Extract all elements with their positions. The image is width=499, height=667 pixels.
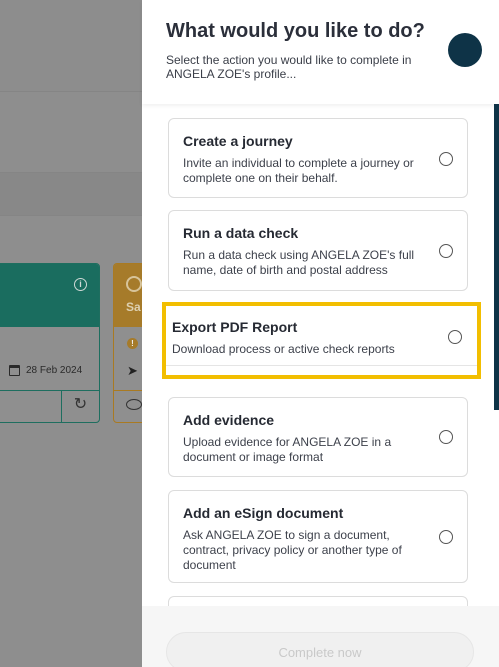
radio-run-data-check[interactable]	[439, 244, 453, 258]
option-run-data-check[interactable]: Run a data check Run a data check using …	[168, 210, 468, 291]
eye-icon[interactable]	[126, 399, 142, 410]
complete-now-button[interactable]: Complete now	[166, 632, 474, 667]
option-title: Export PDF Report	[172, 319, 298, 335]
option-description: Invite an individual to complete a journ…	[183, 156, 414, 185]
background-toolbar	[0, 172, 142, 216]
option-description: Run a data check using ANGELA ZOE's full…	[183, 248, 415, 277]
check-card-footer	[114, 390, 142, 422]
option-description: Upload evidence for ANGELA ZOE in a docu…	[183, 435, 392, 464]
background-page: i 28 Feb 2024 ↻ Sa ! ➤	[0, 0, 142, 667]
option-description: Download process or active check reports	[172, 342, 395, 356]
option-create-journey[interactable]: Create a journey Invite an individual to…	[168, 118, 468, 198]
option-next-partial[interactable]	[168, 596, 468, 606]
divider	[166, 365, 477, 366]
panel-title: What would you like to do?	[166, 20, 425, 42]
warning-icon: !	[127, 338, 138, 349]
journey-card-footer: ↻	[0, 390, 99, 422]
refresh-icon[interactable]: ↻	[61, 390, 99, 422]
journey-card-date: 28 Feb 2024	[9, 365, 82, 376]
panel-footer: Complete now	[142, 606, 499, 667]
radio-create-journey[interactable]	[439, 152, 453, 166]
radio-add-evidence[interactable]	[439, 430, 453, 444]
panel-subtitle: Select the action you would like to comp…	[166, 53, 412, 81]
avatar[interactable]	[448, 33, 482, 67]
radio-add-esign-document[interactable]	[439, 530, 453, 544]
scrollbar[interactable]	[494, 104, 499, 410]
check-card-header: Sa	[114, 264, 142, 327]
option-title: Add evidence	[183, 412, 275, 428]
check-card-title: Sa	[126, 300, 141, 314]
option-title: Add an eSign document	[183, 505, 344, 521]
background-header	[0, 0, 142, 92]
send-icon: ➤	[127, 363, 138, 378]
option-title: Run a data check	[183, 225, 299, 241]
action-panel: What would you like to do? Select the ac…	[142, 0, 499, 667]
option-add-esign-document[interactable]: Add an eSign document Ask ANGELA ZOE to …	[168, 490, 468, 583]
check-card: Sa ! ➤	[113, 263, 142, 423]
calendar-icon	[9, 365, 20, 376]
option-title: Create a journey	[183, 133, 293, 149]
journey-card: i 28 Feb 2024 ↻	[0, 263, 100, 423]
info-icon: i	[74, 278, 87, 291]
panel-header: What would you like to do? Select the ac…	[142, 0, 499, 104]
option-description: Ask ANGELA ZOE to sign a document, contr…	[183, 528, 402, 572]
journey-date-text: 28 Feb 2024	[26, 365, 83, 376]
radio-export-pdf-report[interactable]	[448, 330, 462, 344]
option-add-evidence[interactable]: Add evidence Upload evidence for ANGELA …	[168, 397, 468, 477]
journey-card-header: i	[0, 264, 99, 327]
option-export-pdf-report[interactable]: Export PDF Report Download process or ac…	[162, 302, 481, 379]
globe-icon	[126, 276, 142, 292]
